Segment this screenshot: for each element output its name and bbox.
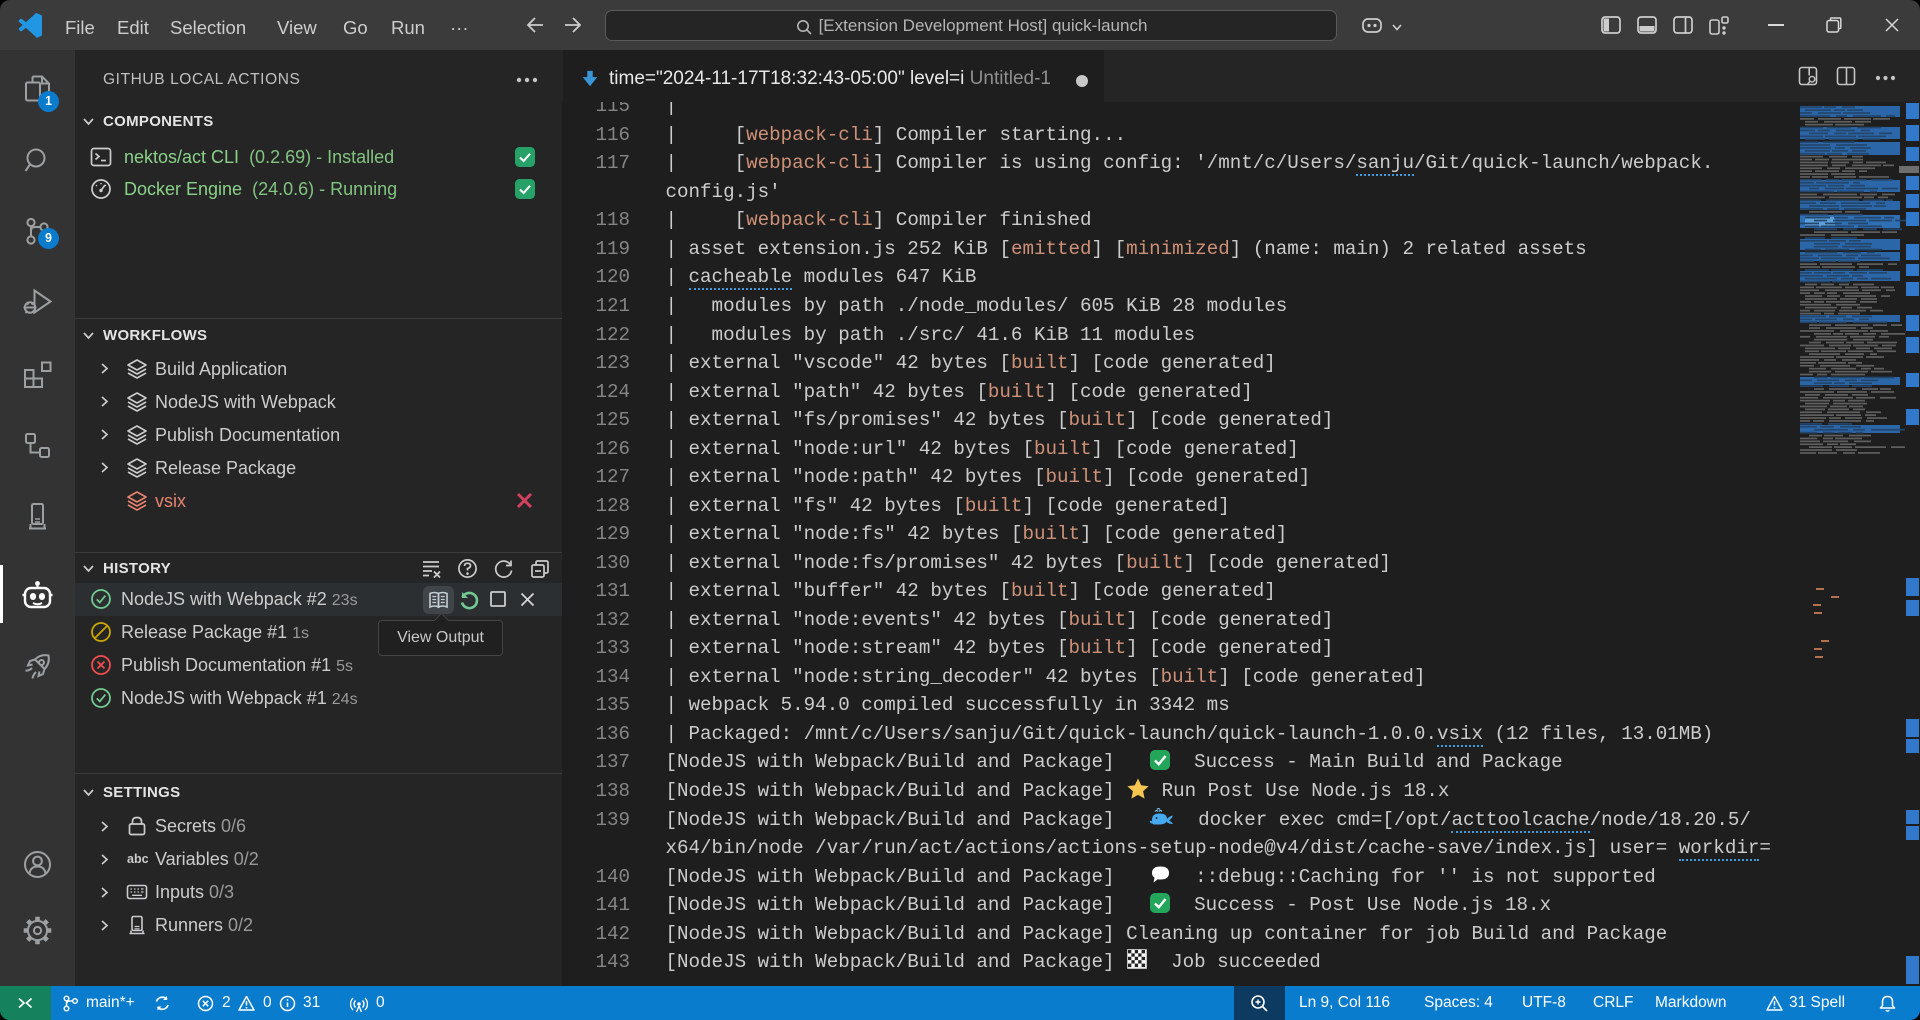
svg-text:abc: abc — [127, 852, 148, 866]
